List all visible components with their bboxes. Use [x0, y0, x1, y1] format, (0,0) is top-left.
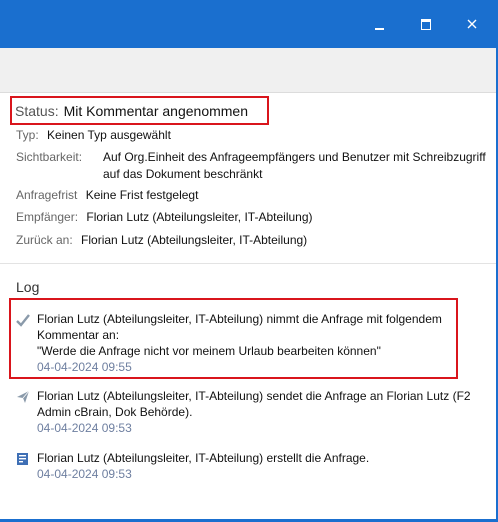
log-entry: Florian Lutz (Abteilungsleiter, IT-Abtei…: [16, 450, 490, 482]
deadline-label: Anfragefrist: [16, 188, 78, 202]
return-label: Zurück an:: [16, 233, 73, 247]
visibility-value: Auf Org.Einheit des Anfrageempfängers un…: [103, 150, 486, 181]
deadline-value: Keine Frist festgelegt: [85, 188, 199, 202]
minimize-icon: [374, 28, 384, 30]
deadline-row: Anfragefrist Keine Frist festgelegt: [16, 187, 198, 204]
minimize-button[interactable]: [365, 12, 393, 36]
return-value: Florian Lutz (Abteilungsleiter, IT-Abtei…: [81, 233, 308, 247]
status-highlight: Status: Mit Kommentar angenommen: [10, 96, 269, 125]
toolbar-area: [0, 48, 498, 93]
log-entry-comment: "Werde die Anfrage nicht vor meinem Urla…: [37, 344, 381, 358]
log-entry: Florian Lutz (Abteilungsleiter, IT-Abtei…: [16, 311, 490, 375]
return-row: Zurück an: Florian Lutz (Abteilungsleite…: [16, 232, 307, 249]
title-bar: [0, 0, 498, 48]
close-icon: [467, 19, 477, 29]
status-label: Status:: [15, 102, 59, 119]
log-entry-text-line: Florian Lutz (Abteilungsleiter, IT-Abtei…: [37, 389, 471, 403]
visibility-row: Sichtbarkeit: Auf Org.Einheit des Anfrag…: [16, 149, 496, 183]
maximize-icon: [421, 18, 431, 30]
section-divider: [0, 263, 498, 264]
close-button[interactable]: [458, 12, 486, 36]
type-row: Typ: Keinen Typ ausgewählt: [16, 127, 171, 144]
recipient-value: Florian Lutz (Abteilungsleiter, IT-Abtei…: [86, 210, 313, 224]
request-details: Status: Mit Kommentar angenommen Typ: Ke…: [0, 93, 498, 263]
log-entry-date: 04-04-2024 09:53: [37, 467, 132, 481]
maximize-button[interactable]: [412, 12, 440, 36]
status-value: Mit Kommentar angenommen: [63, 102, 249, 119]
log-entry-text-line: Admin cBrain, Dok Behörde).: [37, 405, 193, 419]
recipient-label: Empfänger:: [16, 210, 79, 224]
visibility-label: Sichtbarkeit:: [16, 150, 83, 164]
log-entry-text-line: Florian Lutz (Abteilungsleiter, IT-Abtei…: [37, 312, 442, 326]
log-entry-date: 04-04-2024 09:53: [37, 421, 132, 435]
log-entry-date: 04-04-2024 09:55: [37, 360, 132, 374]
log-title: Log: [16, 279, 40, 295]
type-value: Keinen Typ ausgewählt: [47, 128, 171, 142]
check-icon: [16, 314, 30, 327]
document-icon: [17, 453, 28, 465]
type-label: Typ:: [16, 128, 39, 142]
send-icon: [17, 390, 30, 403]
log-entry: Florian Lutz (Abteilungsleiter, IT-Abtei…: [16, 388, 490, 436]
recipient-row: Empfänger: Florian Lutz (Abteilungsleite…: [16, 209, 313, 226]
log-entry-text-line: Florian Lutz (Abteilungsleiter, IT-Abtei…: [37, 451, 370, 465]
log-entry-text-line: Kommentar an:: [37, 328, 120, 342]
